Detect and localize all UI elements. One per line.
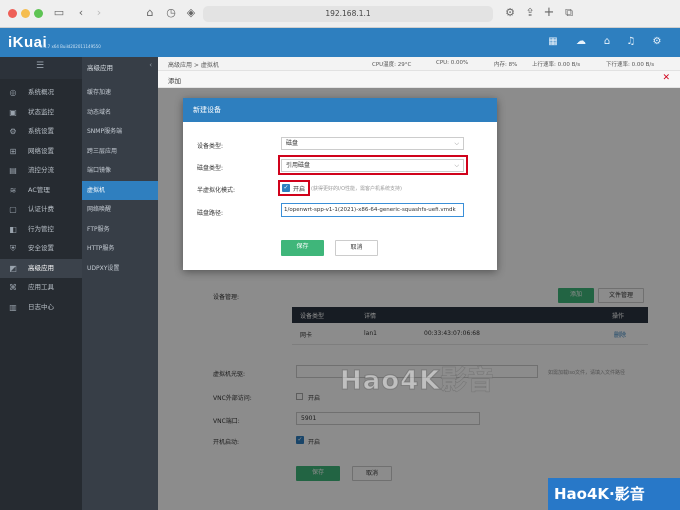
paravirt-label: 半虚拟化模式: bbox=[197, 187, 236, 194]
submenu-item-5[interactable]: 虚拟机 bbox=[82, 180, 158, 200]
cloud-icon[interactable]: ☁ bbox=[574, 35, 588, 49]
add-bar: 添加 ✕ bbox=[158, 71, 680, 88]
share-icon[interactable]: ⇪ bbox=[523, 6, 537, 20]
ac-icon: ≋ bbox=[9, 185, 17, 195]
submenu-item-1[interactable]: 动态域名 bbox=[82, 103, 158, 122]
dialog-save-button[interactable]: 保存 bbox=[281, 240, 324, 256]
close-icon[interactable]: ✕ bbox=[662, 73, 670, 83]
version-label: 3.4.7 x64 Build202011149550 bbox=[40, 44, 101, 49]
close-window-button[interactable] bbox=[8, 9, 17, 18]
sidebar-item-label: 高级应用 bbox=[28, 263, 54, 272]
sidebar-item-label: 安全设置 bbox=[28, 244, 54, 252]
sidebar-item-label: 日志中心 bbox=[28, 302, 54, 311]
submenu-item-8[interactable]: HTTP服务 bbox=[82, 239, 158, 258]
sidebar-item-label: 系统设置 bbox=[28, 127, 54, 135]
submenu-title: 高级应用 bbox=[87, 64, 113, 72]
home-icon[interactable]: ⌂ bbox=[143, 6, 157, 20]
sidebar-item-label: 应用工具 bbox=[28, 283, 54, 291]
add-page-title: 添加 bbox=[168, 77, 181, 85]
sidebar-item-6[interactable]: ▢ 认证计费 bbox=[0, 200, 82, 219]
flow-icon: ▤ bbox=[9, 166, 17, 175]
behavior-icon: ◧ bbox=[9, 224, 17, 234]
breadcrumb: 高级应用 > 虚拟机 bbox=[168, 62, 219, 69]
cpu-status: CPU: 0.00% bbox=[436, 60, 469, 66]
sidebar-item-label: 行为管控 bbox=[28, 224, 54, 233]
chevron-down-icon: ⌵ bbox=[454, 140, 459, 147]
upload-status: 上行速率: 0.00 B/s bbox=[532, 62, 581, 68]
submenu-collapse-icon[interactable]: ‹ bbox=[149, 61, 152, 69]
home-icon[interactable]: ⌂ bbox=[600, 35, 614, 49]
zoom-window-button[interactable] bbox=[34, 9, 43, 18]
sidebar-item-label: 网络设置 bbox=[28, 146, 54, 155]
disk-type-label: 磁盘类型: bbox=[197, 165, 224, 172]
sidebar-item-label: 认证计费 bbox=[28, 205, 54, 213]
device-type-value: 磁盘 bbox=[286, 140, 299, 147]
device-type-label: 设备类型: bbox=[197, 143, 224, 150]
settings-icon[interactable]: ⚙ bbox=[503, 6, 517, 20]
dialog-cancel-button[interactable]: 取消 bbox=[335, 240, 378, 256]
shield-icon[interactable]: ◈ bbox=[184, 6, 198, 20]
sidebar-item-10[interactable]: ⌘ 应用工具 bbox=[0, 278, 82, 297]
sidebar-item-3[interactable]: ⊞ 网络设置 bbox=[0, 142, 82, 161]
shield-icon: ⛨ bbox=[10, 244, 16, 253]
submenu-item-0[interactable]: 缓存加速 bbox=[82, 83, 158, 102]
back-icon[interactable]: ‹ bbox=[74, 6, 88, 20]
dialog-title: 新建设备 bbox=[183, 98, 497, 122]
sidebar-toggle-icon[interactable]: ▭ bbox=[52, 6, 66, 20]
submenu-item-6[interactable]: 网络唤醒 bbox=[82, 200, 158, 219]
submenu-item-3[interactable]: 跨三层应用 bbox=[82, 142, 158, 161]
submenu-item-2[interactable]: SNMP服务端 bbox=[82, 122, 158, 141]
device-type-select[interactable]: 磁盘 ⌵ bbox=[281, 137, 464, 150]
sidebar-item-1[interactable]: ▣ 状态监控 bbox=[0, 103, 82, 122]
sidebar-collapse[interactable]: ☰ bbox=[0, 57, 82, 79]
paravirt-highlight bbox=[278, 180, 310, 196]
menu-collapse-icon[interactable]: ☰ bbox=[36, 61, 44, 71]
cpu-temp-status: CPU温度: 29°C bbox=[372, 62, 412, 68]
sidebar-item-label: AC管理 bbox=[28, 185, 50, 194]
sidebar-item-0[interactable]: ◎ 系统概况 bbox=[0, 83, 82, 102]
minimize-window-button[interactable] bbox=[21, 9, 30, 18]
dashboard-icon: ◎ bbox=[9, 88, 17, 97]
sidebar-item-9[interactable]: ◩ 高级应用 bbox=[0, 258, 82, 278]
forward-icon[interactable]: › bbox=[92, 6, 106, 20]
sidebar-item-4[interactable]: ▤ 流控分流 bbox=[0, 161, 82, 180]
log-icon: ▥ bbox=[9, 302, 17, 312]
new-tab-icon[interactable]: + bbox=[542, 6, 556, 20]
url-bar[interactable]: 192.168.1.1 bbox=[203, 6, 493, 22]
history-icon[interactable]: ◷ bbox=[164, 6, 178, 20]
mem-status: 内存: 8% bbox=[494, 62, 518, 68]
gear-icon: ⚙ bbox=[9, 127, 17, 136]
sidebar-item-7[interactable]: ◧ 行为管控 bbox=[0, 220, 82, 239]
network-icon: ⊞ bbox=[9, 146, 17, 156]
sidebar-item-11[interactable]: ▥ 日志中心 bbox=[0, 298, 82, 317]
sidebar-item-5[interactable]: ≋ AC管理 bbox=[0, 181, 82, 200]
monitor-icon: ▣ bbox=[9, 107, 17, 117]
sidebar-item-label: 流控分流 bbox=[28, 166, 54, 174]
paravirt-hint: (获得更好的I/O性能，需客户机系统支持) bbox=[311, 186, 402, 192]
tools-icon: ⌘ bbox=[9, 283, 17, 292]
download-status: 下行速率: 0.00 B/s bbox=[606, 62, 655, 68]
sidebar-item-label: 状态监控 bbox=[28, 107, 54, 116]
bell-icon[interactable]: ♫ bbox=[624, 35, 638, 49]
submenu-item-9[interactable]: UDPXY设置 bbox=[82, 259, 158, 278]
disk-path-label: 磁盘路径: bbox=[197, 210, 224, 217]
browser-toolbar: ▭ ‹ › ⌂ ◷ ◈ 192.168.1.1 ⚙ ⇪ + ⧉ bbox=[0, 0, 680, 28]
grid-icon[interactable]: ▦ bbox=[546, 35, 560, 49]
watermark-center: Hao4K影音 bbox=[339, 366, 495, 397]
settings-icon[interactable]: ⚙ bbox=[650, 35, 664, 49]
watermark-corner: Hao4K·影音 bbox=[554, 485, 645, 503]
sidebar-item-label: 系统概况 bbox=[28, 88, 54, 96]
sidebar-item-2[interactable]: ⚙ 系统设置 bbox=[0, 122, 82, 141]
submenu-item-4[interactable]: 端口镜像 bbox=[82, 161, 158, 180]
advanced-icon: ◩ bbox=[9, 263, 17, 273]
auth-icon: ▢ bbox=[9, 205, 17, 214]
tabs-overview-icon[interactable]: ⧉ bbox=[562, 6, 576, 20]
submenu-item-7[interactable]: FTP服务 bbox=[82, 220, 158, 239]
disk-path-input[interactable]: 1/openwrt-spp-v1-1(2021)-x86-64-generic-… bbox=[281, 203, 464, 217]
sidebar-item-8[interactable]: ⛨ 安全设置 bbox=[0, 239, 82, 258]
watermark-corner-bg: Hao4K·影音 bbox=[548, 478, 680, 510]
disk-type-highlight bbox=[278, 155, 468, 175]
breadcrumb-bar: 高级应用 > 虚拟机 bbox=[158, 57, 680, 71]
